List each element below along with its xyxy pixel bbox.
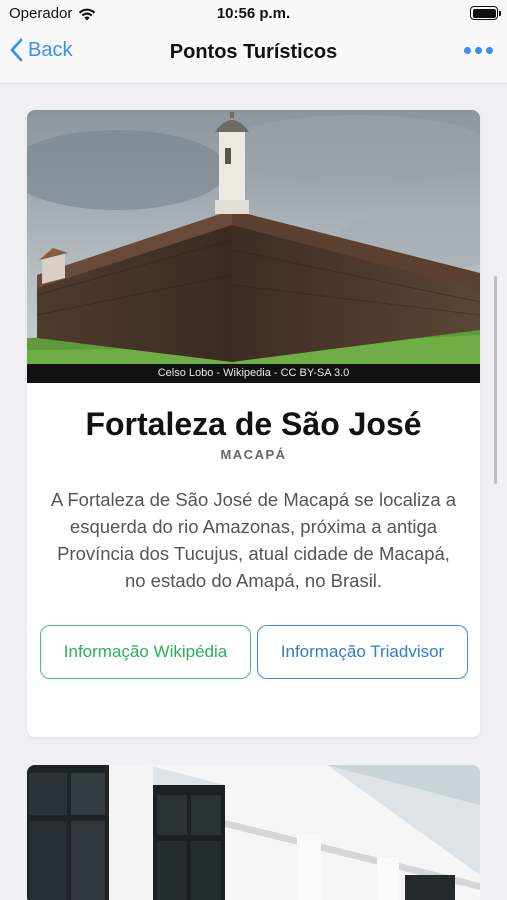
back-button[interactable]: Back	[10, 38, 72, 62]
status-bar: Operador 10:56 p.m.	[0, 0, 507, 28]
back-label: Back	[28, 38, 73, 61]
attraction-card: Celso Lobo - Wikipedia - CC BY-SA 3.0 Fo…	[27, 110, 480, 737]
photo-credit: Celso Lobo - Wikipedia - CC BY-SA 3.0	[27, 364, 480, 383]
wikipedia-info-button[interactable]: Informação Wikipédia	[40, 625, 251, 679]
attraction-location: MACAPÁ	[220, 447, 287, 462]
tripadvisor-info-button[interactable]: Informação Triadvisor	[257, 625, 468, 679]
attraction-photo	[27, 110, 480, 383]
ellipsis-icon	[486, 47, 493, 54]
battery-level	[472, 8, 496, 18]
more-options-button[interactable]	[464, 47, 493, 54]
ellipsis-icon	[475, 47, 482, 54]
ellipsis-icon	[464, 47, 471, 54]
attraction-photo-next	[27, 765, 480, 900]
scrollbar[interactable]	[494, 276, 497, 484]
navigation-bar: Back Pontos Turísticos	[0, 28, 507, 84]
chevron-left-icon	[10, 38, 23, 62]
status-time: 10:56 p.m.	[216, 5, 291, 22]
attraction-title: Fortaleza de São José	[85, 406, 422, 442]
page-title: Pontos Turísticos	[169, 41, 338, 63]
attraction-description: A Fortaleza de São José de Macapá se loc…	[50, 489, 457, 591]
battery-icon	[470, 6, 501, 20]
attraction-card-next[interactable]	[27, 765, 480, 900]
